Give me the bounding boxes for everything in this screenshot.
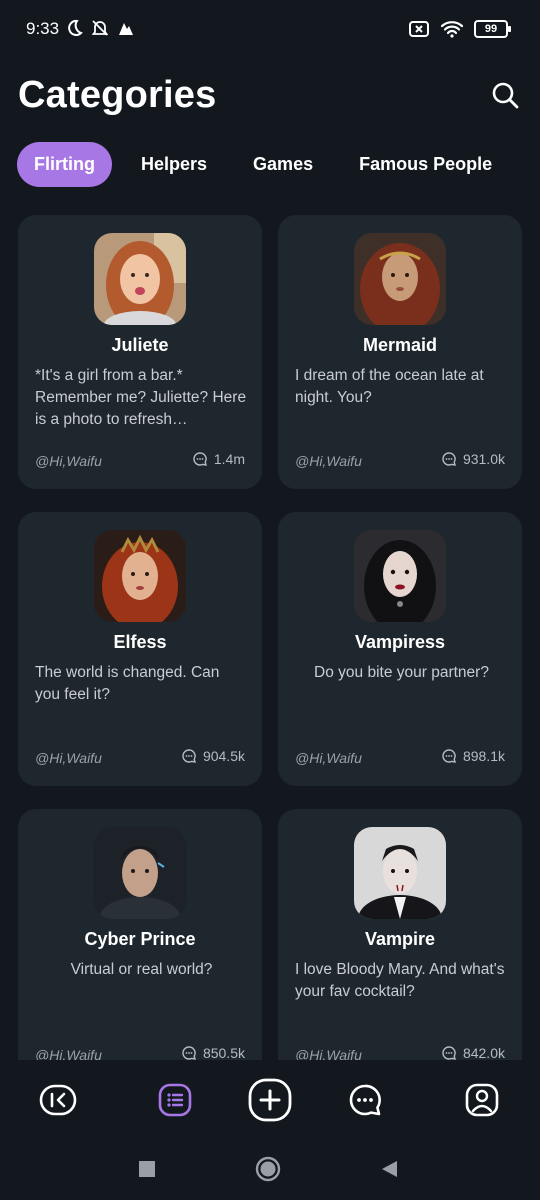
category-tabs: Flirting Helpers Games Famous People <box>17 142 521 187</box>
back-triangle-icon <box>382 1161 397 1177</box>
character-name: Elfess <box>113 632 167 652</box>
character-description: Do you bite your partner? <box>314 664 489 681</box>
sim-off-icon <box>409 21 429 37</box>
character-card[interactable]: Vampire I love Bloody Mary. And what's y… <box>278 809 522 1060</box>
recents-button[interactable] <box>134 1156 160 1182</box>
chat-bubble-icon <box>193 452 207 466</box>
tab-famous-people[interactable]: Famous People <box>342 142 509 187</box>
tab-flirting[interactable]: Flirting <box>17 142 112 187</box>
character-card[interactable]: Elfess The world is changed. Can you fee… <box>18 512 262 786</box>
character-description: *It's a girl from a bar.* Remember me? J… <box>35 367 247 428</box>
character-description: I dream of the ocean late at night. You? <box>295 367 484 406</box>
status-bar: 9:33 99 <box>0 0 540 60</box>
search-button[interactable] <box>490 80 522 112</box>
character-name: Vampiress <box>354 632 446 652</box>
nav-item-chats[interactable] <box>343 1078 387 1122</box>
home-circle-icon <box>255 1156 281 1182</box>
system-nav-bar <box>0 1138 540 1200</box>
wifi-icon <box>440 21 464 38</box>
nav-item-categories[interactable] <box>153 1078 197 1122</box>
chat-count-value: 931.0k <box>462 451 505 467</box>
app-notification-icon <box>119 23 133 35</box>
profile-icon <box>465 1083 499 1117</box>
character-description: I love Bloody Mary. And what's your fav … <box>295 961 505 1000</box>
character-author: @Hi,Waifu <box>295 453 362 469</box>
character-author: @Hi,Waifu <box>35 750 102 766</box>
back-button[interactable] <box>376 1156 402 1182</box>
character-description: Virtual or real world? <box>70 961 213 978</box>
character-name: Juliete <box>111 335 169 355</box>
character-name: Mermaid <box>362 335 438 355</box>
chat-bubble-icon <box>442 452 456 466</box>
character-description: The world is changed. Can you feel it? <box>35 664 220 703</box>
chat-count: 931.0k <box>441 451 505 467</box>
categories-list-icon <box>158 1083 192 1117</box>
character-avatar <box>354 827 446 919</box>
chat-count-value: 1.4m <box>213 451 245 467</box>
character-avatar <box>94 827 186 919</box>
nav-item-profile[interactable] <box>460 1078 504 1122</box>
chat-count-value: 898.1k <box>462 748 505 764</box>
character-card[interactable]: Mermaid I dream of the ocean late at nig… <box>278 215 522 489</box>
tab-games[interactable]: Games <box>236 142 330 187</box>
character-name: Cyber Prince <box>84 929 196 949</box>
character-name: Vampire <box>364 929 436 949</box>
character-avatar <box>94 233 186 325</box>
nav-item-back-to-start[interactable] <box>36 1078 80 1122</box>
chat-count: 904.5k <box>181 748 245 764</box>
chat-count: 898.1k <box>441 748 505 764</box>
chat-count: 842.0k <box>441 1045 505 1060</box>
status-time: 9:33 <box>26 19 60 38</box>
chat-count-value: 850.5k <box>202 1045 245 1060</box>
tab-helpers[interactable]: Helpers <box>124 142 224 187</box>
status-right-icons: 99 <box>408 20 511 38</box>
character-avatar <box>354 233 446 325</box>
character-grid: Juliete *It's a girl from a bar.* Rememb… <box>0 215 540 1060</box>
character-avatar <box>94 530 186 622</box>
chat-count-value: 842.0k <box>462 1045 505 1060</box>
chat-bubble-icon <box>182 749 196 763</box>
character-author: @Hi,Waifu <box>295 1047 362 1060</box>
bottom-nav <box>0 1062 540 1138</box>
chat-bubble-icon <box>182 1046 196 1060</box>
bell-off-icon <box>91 20 109 36</box>
home-button[interactable] <box>255 1156 281 1182</box>
chat-bubble-icon <box>442 749 456 763</box>
character-card[interactable]: Juliete *It's a girl from a bar.* Rememb… <box>18 215 262 489</box>
page-title: Categories <box>18 74 217 116</box>
add-icon <box>248 1078 292 1122</box>
moon-icon <box>68 19 83 36</box>
character-avatar <box>354 530 446 622</box>
nav-item-create[interactable] <box>248 1078 292 1122</box>
chat-count: 850.5k <box>181 1045 245 1060</box>
chat-count: 1.4m <box>192 451 245 467</box>
character-author: @Hi,Waifu <box>35 1047 102 1060</box>
recents-square-icon <box>139 1161 155 1177</box>
chat-icon <box>349 1084 381 1116</box>
chat-count-value: 904.5k <box>202 748 245 764</box>
search-icon <box>492 82 519 109</box>
status-left-icons <box>64 18 136 38</box>
chat-bubble-icon <box>442 1046 456 1060</box>
character-author: @Hi,Waifu <box>295 750 362 766</box>
battery-icon: 99 <box>474 20 511 38</box>
character-author: @Hi,Waifu <box>35 453 102 469</box>
back-to-start-icon <box>39 1084 77 1116</box>
character-card[interactable]: Cyber Prince Virtual or real world? @Hi,… <box>18 809 262 1060</box>
character-card[interactable]: Vampiress Do you bite your partner? @Hi,… <box>278 512 522 786</box>
